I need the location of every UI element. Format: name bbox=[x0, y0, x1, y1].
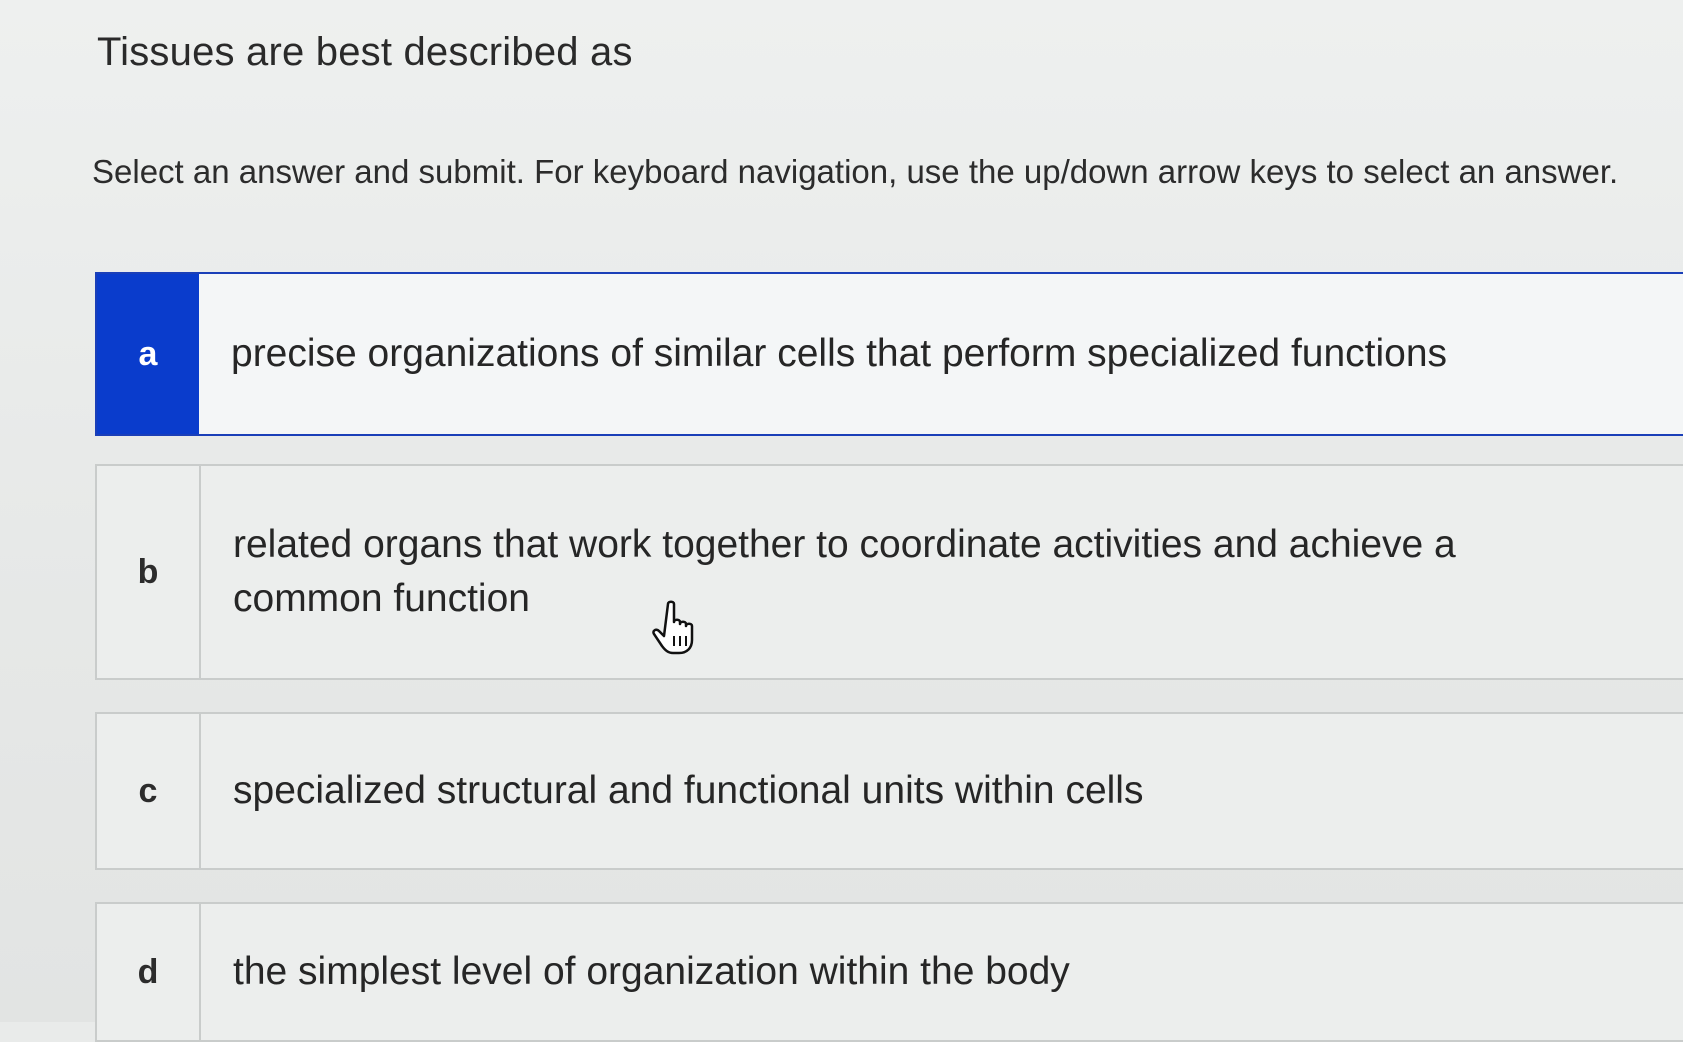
quiz-page: Tissues are best described as Select an … bbox=[0, 0, 1683, 1042]
answer-choice-c[interactable]: c specialized structural and functional … bbox=[95, 712, 1683, 870]
question-title: Tissues are best described as bbox=[97, 30, 633, 74]
choice-letter-b: b bbox=[97, 466, 201, 678]
choice-text-b: related organs that work together to coo… bbox=[233, 523, 1456, 620]
question-instructions: Select an answer and submit. For keyboar… bbox=[92, 153, 1619, 190]
choice-text-c: specialized structural and functional un… bbox=[233, 769, 1144, 812]
hand-pointer-icon bbox=[652, 600, 694, 655]
answer-choice-b[interactable]: b related organs that work together to c… bbox=[95, 464, 1683, 680]
choice-text-d: the simplest level of organization withi… bbox=[233, 950, 1070, 993]
choice-letter-a: a bbox=[97, 274, 199, 434]
answer-choice-d[interactable]: d the simplest level of organization wit… bbox=[95, 902, 1683, 1042]
choice-letter-c: c bbox=[97, 714, 201, 868]
choice-letter-d: d bbox=[97, 904, 201, 1040]
choice-text-a: precise organizations of similar cells t… bbox=[231, 332, 1448, 375]
answer-choice-a[interactable]: a precise organizations of similar cells… bbox=[95, 272, 1683, 436]
